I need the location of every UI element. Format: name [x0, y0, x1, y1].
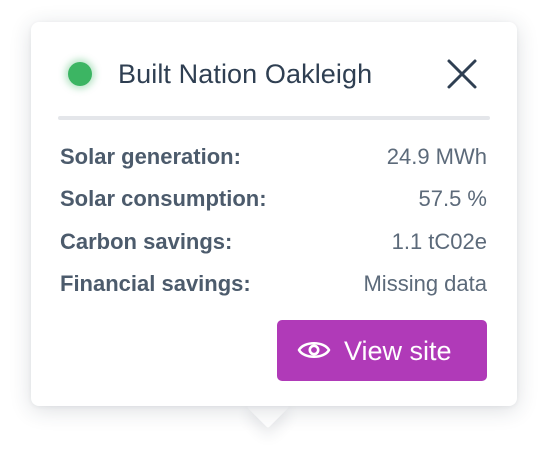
stat-value: 1.1 tC02e — [391, 229, 487, 254]
stat-row-solar-consumption: Solar consumption: 57.5 % — [60, 184, 487, 214]
stat-label: Solar consumption: — [60, 186, 267, 211]
site-title: Built Nation Oakleigh — [118, 59, 373, 89]
close-icon — [447, 59, 477, 89]
eye-icon — [297, 341, 331, 359]
stat-row-carbon-savings: Carbon savings: 1.1 tC02e — [60, 227, 487, 257]
close-button[interactable] — [444, 56, 480, 92]
stat-row-solar-generation: Solar generation: 24.9 MWh — [60, 142, 487, 172]
view-site-button[interactable]: View site — [277, 320, 487, 381]
status-dot-icon — [68, 62, 92, 86]
view-site-label: View site — [344, 336, 452, 366]
stat-label: Solar generation: — [60, 144, 241, 169]
stat-value: 24.9 MWh — [386, 144, 487, 169]
divider — [58, 116, 490, 120]
stat-value: Missing data — [363, 271, 487, 296]
stat-label: Financial savings: — [60, 271, 251, 296]
stat-row-financial-savings: Financial savings: Missing data — [60, 269, 487, 299]
stat-label: Carbon savings: — [60, 229, 233, 254]
stat-value: 57.5 % — [418, 186, 488, 211]
